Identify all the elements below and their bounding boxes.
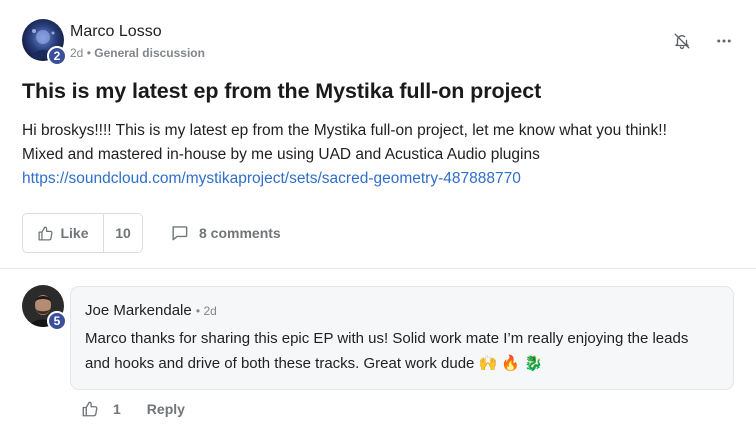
post-time: 2d bbox=[70, 46, 84, 60]
author-name[interactable]: Marco Losso bbox=[70, 23, 162, 41]
thumbs-up-icon bbox=[82, 401, 98, 417]
post-body-line: Hi broskys!!!! This is my latest ep from… bbox=[22, 122, 667, 139]
like-control: Like 10 bbox=[22, 213, 143, 253]
comment-text: Marco thanks for sharing this epic EP wi… bbox=[85, 330, 689, 372]
comment-bubble-icon bbox=[172, 226, 188, 241]
bell-off-icon[interactable] bbox=[672, 31, 692, 51]
comment-actions: 1 Reply bbox=[81, 400, 185, 418]
comment-header: Joe Markendale • 2d bbox=[85, 302, 217, 319]
post-category[interactable]: General discussion bbox=[94, 46, 205, 60]
like-count[interactable]: 10 bbox=[104, 214, 142, 252]
reply-button[interactable]: Reply bbox=[147, 401, 185, 417]
author-avatar[interactable]: 2 bbox=[22, 19, 67, 66]
post-body-line: Mixed and mastered in-house by me using … bbox=[22, 146, 540, 163]
like-button[interactable]: Like bbox=[23, 214, 104, 252]
post-meta: 2d • General discussion bbox=[70, 46, 205, 60]
meta-separator: • bbox=[86, 46, 91, 60]
more-horizontal-icon[interactable] bbox=[714, 31, 734, 51]
comments-label: 8 comments bbox=[199, 224, 281, 241]
commenter-name[interactable]: Joe Markendale bbox=[85, 302, 192, 319]
soundcloud-link[interactable]: https://soundcloud.com/mystikaproject/se… bbox=[22, 170, 521, 187]
comment-like-count: 1 bbox=[113, 401, 121, 417]
comment-like-button[interactable] bbox=[81, 400, 99, 418]
header-actions bbox=[672, 31, 734, 51]
comments-button[interactable]: 8 comments bbox=[170, 223, 281, 242]
post-body: Hi broskys!!!! This is my latest ep from… bbox=[22, 119, 734, 191]
post-header: 2 Marco Losso 2d • General discussion bbox=[22, 19, 734, 66]
post-title: This is my latest ep from the Mystika fu… bbox=[22, 79, 542, 103]
comment-time: • 2d bbox=[195, 304, 217, 318]
commenter-avatar[interactable]: 5 bbox=[22, 285, 68, 331]
section-divider bbox=[0, 268, 756, 269]
author-level-badge: 2 bbox=[47, 46, 67, 66]
thumbs-up-icon bbox=[38, 225, 53, 241]
like-label: Like bbox=[60, 225, 89, 241]
comment-bubble: Joe Markendale • 2d Marco thanks for sha… bbox=[70, 286, 734, 390]
commenter-level-badge: 5 bbox=[47, 311, 67, 331]
